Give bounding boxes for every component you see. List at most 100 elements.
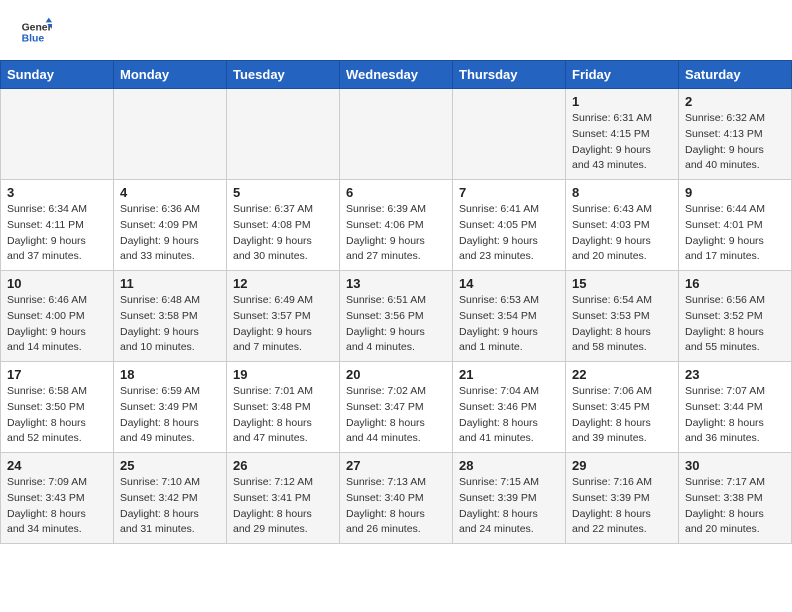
calendar-cell: 1Sunrise: 6:31 AM Sunset: 4:15 PM Daylig… bbox=[566, 89, 679, 180]
day-info: Sunrise: 6:31 AM Sunset: 4:15 PM Dayligh… bbox=[572, 111, 672, 174]
weekday-header-row: SundayMondayTuesdayWednesdayThursdayFrid… bbox=[1, 61, 792, 89]
calendar-cell: 18Sunrise: 6:59 AM Sunset: 3:49 PM Dayli… bbox=[114, 362, 227, 453]
day-info: Sunrise: 7:04 AM Sunset: 3:46 PM Dayligh… bbox=[459, 384, 559, 447]
calendar-cell bbox=[340, 89, 453, 180]
logo-icon: General Blue bbox=[20, 16, 52, 48]
day-number: 2 bbox=[685, 94, 785, 109]
calendar-cell: 11Sunrise: 6:48 AM Sunset: 3:58 PM Dayli… bbox=[114, 271, 227, 362]
day-info: Sunrise: 6:32 AM Sunset: 4:13 PM Dayligh… bbox=[685, 111, 785, 174]
day-number: 23 bbox=[685, 367, 785, 382]
day-info: Sunrise: 7:01 AM Sunset: 3:48 PM Dayligh… bbox=[233, 384, 333, 447]
day-info: Sunrise: 7:09 AM Sunset: 3:43 PM Dayligh… bbox=[7, 475, 107, 538]
day-info: Sunrise: 6:46 AM Sunset: 4:00 PM Dayligh… bbox=[7, 293, 107, 356]
day-number: 14 bbox=[459, 276, 559, 291]
day-info: Sunrise: 7:02 AM Sunset: 3:47 PM Dayligh… bbox=[346, 384, 446, 447]
day-info: Sunrise: 6:51 AM Sunset: 3:56 PM Dayligh… bbox=[346, 293, 446, 356]
weekday-header-thursday: Thursday bbox=[453, 61, 566, 89]
day-number: 10 bbox=[7, 276, 107, 291]
calendar-cell: 12 Sunrise: 6:49 AM Sunset: 3:57 PM Dayli… bbox=[227, 271, 340, 362]
day-info: Sunrise: 7:07 AM Sunset: 3:44 PM Dayligh… bbox=[685, 384, 785, 447]
calendar-week-3: 17 Sunrise: 6:58 AM Sunset: 3:50 PM Dayli… bbox=[1, 362, 792, 453]
weekday-header-wednesday: Wednesday bbox=[340, 61, 453, 89]
day-number: 26 bbox=[233, 458, 333, 473]
day-number: 15 bbox=[572, 276, 672, 291]
day-number: 13 bbox=[346, 276, 446, 291]
calendar-cell: 21 Sunrise: 7:04 AM Sunset: 3:46 PM Dayli… bbox=[453, 362, 566, 453]
calendar-cell: 28 Sunrise: 7:15 AM Sunset: 3:39 PM Dayli… bbox=[453, 453, 566, 544]
day-info: Sunrise: 6:44 AM Sunset: 4:01 PM Dayligh… bbox=[685, 202, 785, 265]
calendar-cell: 14 Sunrise: 6:53 AM Sunset: 3:54 PM Dayli… bbox=[453, 271, 566, 362]
day-number: 24 bbox=[7, 458, 107, 473]
calendar-cell: 7 Sunrise: 6:41 AM Sunset: 4:05 PM Daylig… bbox=[453, 180, 566, 271]
calendar-week-1: 3 Sunrise: 6:34 AM Sunset: 4:11 PM Daylig… bbox=[1, 180, 792, 271]
day-info: Sunrise: 6:34 AM Sunset: 4:11 PM Dayligh… bbox=[7, 202, 107, 265]
day-info: Sunrise: 6:37 AM Sunset: 4:08 PM Dayligh… bbox=[233, 202, 333, 265]
calendar-cell bbox=[227, 89, 340, 180]
day-number: 8 bbox=[572, 185, 672, 200]
calendar-cell: 15Sunrise: 6:54 AM Sunset: 3:53 PM Dayli… bbox=[566, 271, 679, 362]
day-number: 21 bbox=[459, 367, 559, 382]
day-info: Sunrise: 6:59 AM Sunset: 3:49 PM Dayligh… bbox=[120, 384, 220, 447]
day-number: 20 bbox=[346, 367, 446, 382]
day-info: Sunrise: 6:39 AM Sunset: 4:06 PM Dayligh… bbox=[346, 202, 446, 265]
day-info: Sunrise: 7:12 AM Sunset: 3:41 PM Dayligh… bbox=[233, 475, 333, 538]
day-number: 17 bbox=[7, 367, 107, 382]
calendar-cell: 3 Sunrise: 6:34 AM Sunset: 4:11 PM Daylig… bbox=[1, 180, 114, 271]
day-info: Sunrise: 7:16 AM Sunset: 3:39 PM Dayligh… bbox=[572, 475, 672, 538]
day-number: 4 bbox=[120, 185, 220, 200]
weekday-header-saturday: Saturday bbox=[679, 61, 792, 89]
calendar-cell: 9 Sunrise: 6:44 AM Sunset: 4:01 PM Daylig… bbox=[679, 180, 792, 271]
day-number: 30 bbox=[685, 458, 785, 473]
calendar-cell: 29 Sunrise: 7:16 AM Sunset: 3:39 PM Dayli… bbox=[566, 453, 679, 544]
day-number: 19 bbox=[233, 367, 333, 382]
calendar-cell: 19 Sunrise: 7:01 AM Sunset: 3:48 PM Dayli… bbox=[227, 362, 340, 453]
day-info: Sunrise: 6:43 AM Sunset: 4:03 PM Dayligh… bbox=[572, 202, 672, 265]
calendar-cell: 23 Sunrise: 7:07 AM Sunset: 3:44 PM Dayli… bbox=[679, 362, 792, 453]
day-info: Sunrise: 6:49 AM Sunset: 3:57 PM Dayligh… bbox=[233, 293, 333, 356]
day-number: 25 bbox=[120, 458, 220, 473]
calendar-cell: 22 Sunrise: 7:06 AM Sunset: 3:45 PM Dayli… bbox=[566, 362, 679, 453]
calendar-cell: 16 Sunrise: 6:56 AM Sunset: 3:52 PM Dayli… bbox=[679, 271, 792, 362]
calendar-cell: 6Sunrise: 6:39 AM Sunset: 4:06 PM Daylig… bbox=[340, 180, 453, 271]
day-number: 29 bbox=[572, 458, 672, 473]
day-number: 27 bbox=[346, 458, 446, 473]
day-info: Sunrise: 6:48 AM Sunset: 3:58 PM Dayligh… bbox=[120, 293, 220, 356]
calendar-cell: 27Sunrise: 7:13 AM Sunset: 3:40 PM Dayli… bbox=[340, 453, 453, 544]
calendar-header: SundayMondayTuesdayWednesdayThursdayFrid… bbox=[1, 61, 792, 89]
weekday-header-monday: Monday bbox=[114, 61, 227, 89]
day-info: Sunrise: 6:41 AM Sunset: 4:05 PM Dayligh… bbox=[459, 202, 559, 265]
weekday-header-tuesday: Tuesday bbox=[227, 61, 340, 89]
day-info: Sunrise: 7:17 AM Sunset: 3:38 PM Dayligh… bbox=[685, 475, 785, 538]
day-info: Sunrise: 6:53 AM Sunset: 3:54 PM Dayligh… bbox=[459, 293, 559, 356]
day-info: Sunrise: 7:06 AM Sunset: 3:45 PM Dayligh… bbox=[572, 384, 672, 447]
day-number: 16 bbox=[685, 276, 785, 291]
header: General Blue bbox=[0, 0, 792, 52]
calendar-cell: 24 Sunrise: 7:09 AM Sunset: 3:43 PM Dayli… bbox=[1, 453, 114, 544]
calendar-cell: 4Sunrise: 6:36 AM Sunset: 4:09 PM Daylig… bbox=[114, 180, 227, 271]
day-number: 22 bbox=[572, 367, 672, 382]
calendar-cell: 13 Sunrise: 6:51 AM Sunset: 3:56 PM Dayli… bbox=[340, 271, 453, 362]
weekday-header-sunday: Sunday bbox=[1, 61, 114, 89]
calendar-cell: 10 Sunrise: 6:46 AM Sunset: 4:00 PM Dayli… bbox=[1, 271, 114, 362]
day-info: Sunrise: 7:15 AM Sunset: 3:39 PM Dayligh… bbox=[459, 475, 559, 538]
calendar-cell: 26 Sunrise: 7:12 AM Sunset: 3:41 PM Dayli… bbox=[227, 453, 340, 544]
day-info: Sunrise: 7:10 AM Sunset: 3:42 PM Dayligh… bbox=[120, 475, 220, 538]
svg-text:Blue: Blue bbox=[22, 34, 45, 45]
day-info: Sunrise: 6:58 AM Sunset: 3:50 PM Dayligh… bbox=[7, 384, 107, 447]
calendar-cell: 2 Sunrise: 6:32 AM Sunset: 4:13 PM Daylig… bbox=[679, 89, 792, 180]
logo: General Blue bbox=[20, 16, 52, 48]
day-number: 7 bbox=[459, 185, 559, 200]
day-number: 9 bbox=[685, 185, 785, 200]
calendar-cell: 17 Sunrise: 6:58 AM Sunset: 3:50 PM Dayli… bbox=[1, 362, 114, 453]
calendar-week-4: 24 Sunrise: 7:09 AM Sunset: 3:43 PM Dayli… bbox=[1, 453, 792, 544]
calendar-body: 1Sunrise: 6:31 AM Sunset: 4:15 PM Daylig… bbox=[1, 89, 792, 544]
calendar-cell: 8 Sunrise: 6:43 AM Sunset: 4:03 PM Daylig… bbox=[566, 180, 679, 271]
calendar-cell bbox=[1, 89, 114, 180]
day-info: Sunrise: 6:56 AM Sunset: 3:52 PM Dayligh… bbox=[685, 293, 785, 356]
day-number: 12 bbox=[233, 276, 333, 291]
day-number: 3 bbox=[7, 185, 107, 200]
calendar-cell: 5Sunrise: 6:37 AM Sunset: 4:08 PM Daylig… bbox=[227, 180, 340, 271]
day-number: 28 bbox=[459, 458, 559, 473]
calendar-cell bbox=[453, 89, 566, 180]
weekday-header-friday: Friday bbox=[566, 61, 679, 89]
